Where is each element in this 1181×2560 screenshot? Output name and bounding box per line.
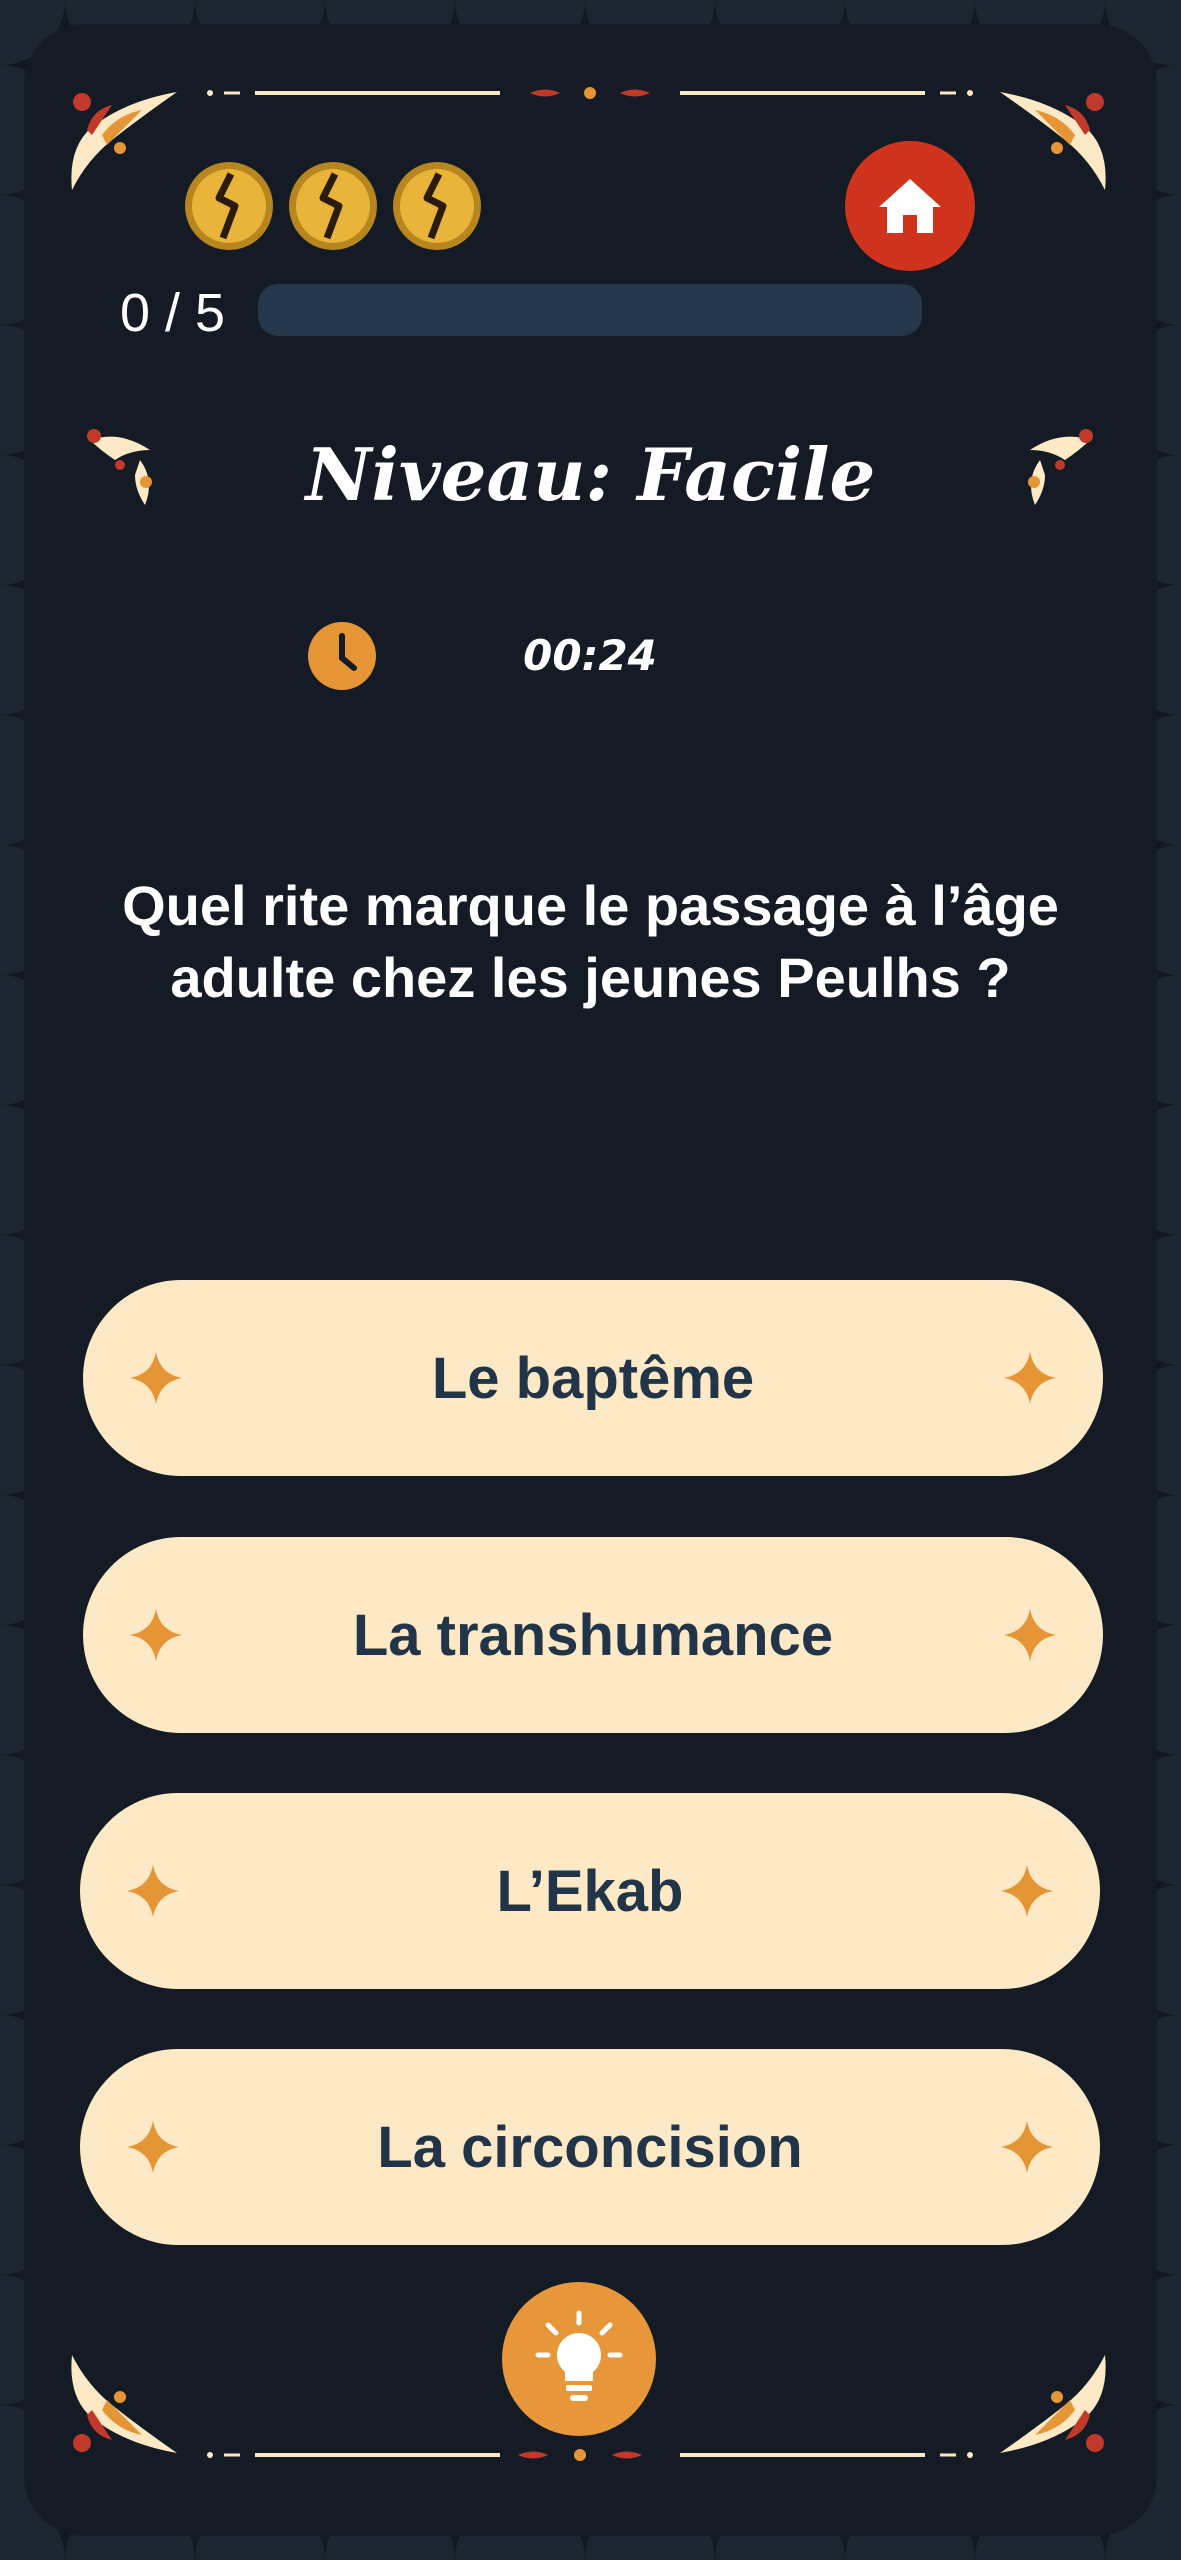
title-ornament-left (87, 429, 152, 505)
sparkle-icon (1004, 1609, 1056, 1661)
level-title: Niveau: Facile (305, 432, 876, 517)
answer-label: Le baptême (431, 1345, 755, 1411)
home-button[interactable] (845, 141, 975, 271)
answer-label: La transhumance (352, 1602, 834, 1668)
lightbulb-icon (535, 2310, 623, 2401)
sparkle-icon (1001, 2121, 1053, 2173)
title-ornament-right (1028, 429, 1093, 505)
corner-ornament-bottom-right (1000, 2355, 1106, 2453)
answer-option-1[interactable]: Le baptême (83, 1280, 1103, 1476)
corner-ornament-bottom-left (71, 2355, 177, 2453)
cracked-coin-icon (185, 162, 273, 250)
countdown-timer: 00:24 (523, 631, 657, 680)
sparkle-icon (127, 2121, 179, 2173)
sparkle-icon (130, 1609, 182, 1661)
answer-label: La circoncision (377, 2114, 803, 2180)
top-ornament-divider (207, 87, 973, 99)
hint-button[interactable] (502, 2282, 656, 2436)
progress-counter: 0 / 5 (120, 283, 226, 343)
sparkle-icon (1001, 1865, 1053, 1917)
answer-option-4[interactable]: La circoncision (80, 2049, 1100, 2245)
corner-ornament-top-right (1000, 92, 1106, 190)
cracked-coin-icon (289, 162, 377, 250)
progress-bar (258, 284, 922, 336)
sparkle-icon (127, 1865, 179, 1917)
answer-option-2[interactable]: La transhumance (83, 1537, 1103, 1733)
home-icon (879, 179, 941, 233)
sparkle-icon (1004, 1352, 1056, 1404)
lives-indicator (183, 160, 483, 252)
answer-label: L’Ekab (496, 1858, 684, 1924)
answer-option-3[interactable]: L’Ekab (80, 1793, 1100, 1989)
bottom-ornament-divider (207, 2449, 973, 2461)
cracked-coin-icon (393, 162, 481, 250)
question-text: Quel rite marque le passage à l’âge adul… (122, 874, 1059, 1009)
sparkle-icon (130, 1352, 182, 1404)
clock-icon (308, 622, 376, 690)
corner-ornament-top-left (71, 92, 177, 190)
